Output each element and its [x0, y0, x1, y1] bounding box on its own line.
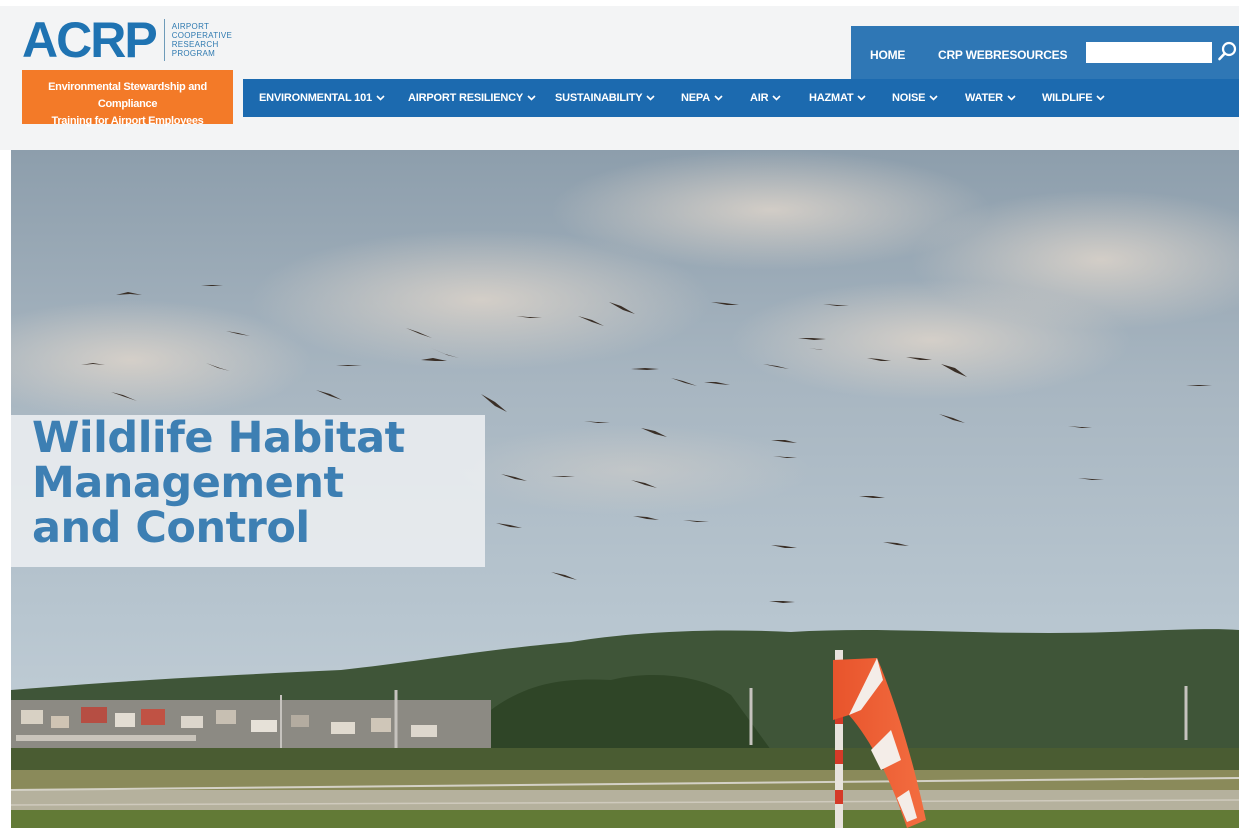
logo-subtitle-line: COOPERATIVE [171, 31, 233, 40]
chevron-down-icon [714, 95, 723, 101]
program-title-line: Environmental Stewardship and Compliance [48, 81, 207, 110]
search-input[interactable] [1086, 42, 1212, 63]
nav-item-label: ENVIRONMENTAL 101 [259, 92, 372, 104]
nav-item-label: NEPA [681, 92, 710, 104]
header-top-strip [0, 0, 1239, 6]
chevron-down-icon [646, 95, 656, 101]
nav-item-water[interactable]: WATER [965, 79, 1016, 117]
page-title-line: Management [32, 458, 344, 508]
nav-item-label: NOISE [892, 92, 926, 104]
site-header: ACRP AIRPORT COOPERATIVE RESEARCH PROGRA… [0, 0, 1239, 150]
home-link[interactable]: HOME [870, 48, 905, 62]
nav-item-sustainability[interactable]: SUSTAINABILITY [555, 79, 656, 117]
logo-divider [163, 19, 165, 61]
chevron-down-icon [929, 95, 938, 101]
hero-banner: Wildlife Habitat Management and Control [11, 150, 1239, 828]
search-icon[interactable] [1216, 40, 1239, 64]
chevron-down-icon [527, 95, 536, 101]
chevron-down-icon [1007, 95, 1016, 101]
nav-item-airport-resiliency[interactable]: AIRPORT RESILIENCY [408, 79, 536, 117]
nav-item-wildlife[interactable]: WILDLIFE [1042, 79, 1105, 117]
page-title-line: and Control [32, 503, 310, 553]
nav-item-label: WATER [965, 92, 1003, 104]
logo-subtitle-line: AIRPORT [171, 22, 210, 31]
nav-item-noise[interactable]: NOISE [892, 79, 938, 117]
nav-item-nepa[interactable]: NEPA [681, 79, 723, 117]
logo-subtitle: AIRPORT COOPERATIVE RESEARCH PROGRAM [172, 22, 233, 58]
page-title: Wildlife Habitat Management and Control [32, 416, 472, 551]
chevron-down-icon [857, 95, 866, 101]
main-navigation: ENVIRONMENTAL 101 AIRPORT RESILIENCY SUS… [243, 79, 1239, 117]
acrp-logo[interactable]: ACRP AIRPORT COOPERATIVE RESEARCH PROGRA… [22, 12, 233, 68]
logo-subtitle-line: RESEARCH [171, 40, 219, 49]
logo-wordmark: ACRP [22, 12, 158, 68]
nav-item-label: SUSTAINABILITY [555, 92, 643, 104]
nav-item-label: WILDLIFE [1042, 92, 1093, 104]
crp-webresources-link[interactable]: CRP WEBRESOURCES [938, 48, 1067, 62]
nav-item-environmental-101[interactable]: ENVIRONMENTAL 101 [259, 79, 385, 117]
program-title-box[interactable]: Environmental Stewardship and Compliance… [22, 70, 233, 127]
nav-item-hazmat[interactable]: HAZMAT [809, 79, 866, 117]
nav-item-label: AIRPORT RESILIENCY [408, 92, 523, 104]
nav-item-label: AIR [750, 92, 769, 104]
chevron-down-icon [772, 95, 781, 101]
utility-bar: HOME CRP WEBRESOURCES [851, 26, 1239, 79]
chevron-down-icon [1096, 95, 1105, 101]
airfield [11, 748, 1239, 828]
chevron-down-icon [376, 95, 385, 101]
nav-item-label: HAZMAT [809, 92, 854, 104]
nav-item-air[interactable]: AIR [750, 79, 781, 117]
logo-subtitle-line: PROGRAM [171, 49, 216, 58]
page-title-line: Wildlife Habitat [32, 413, 405, 463]
program-title-line: Training for Airport Employees [51, 115, 204, 127]
